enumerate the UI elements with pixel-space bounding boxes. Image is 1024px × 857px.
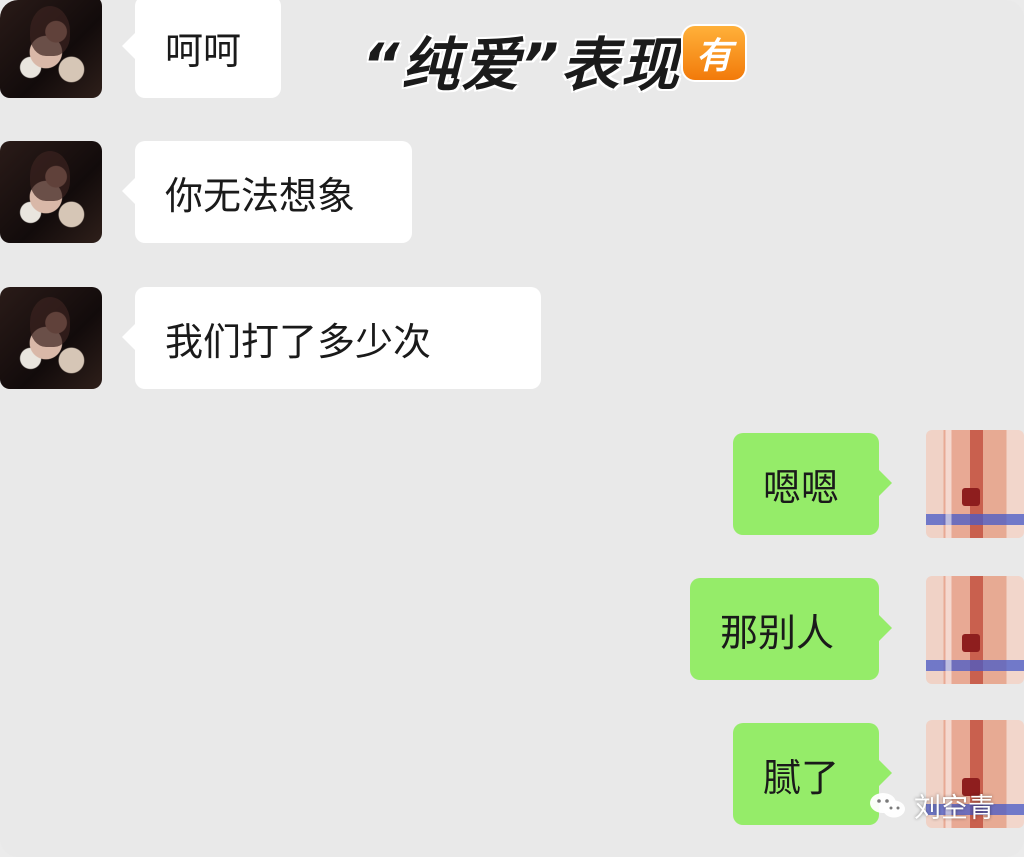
overlay-title: “纯爱”表现 [362,31,681,99]
contact-avatar[interactable] [0,287,102,389]
user-avatar[interactable] [926,576,1024,684]
contact-avatar[interactable] [0,141,102,243]
message-bubble[interactable]: 呵呵 [122,0,281,98]
wechat-icon [868,790,908,822]
message-text: 嗯嗯 [763,465,840,510]
you-badge: 有 [683,26,745,80]
message-text: 腻了 [763,755,840,800]
chat-screen: 呵呵 你无法想象 我们打了多少次 嗯嗯 那别人 腻了 “纯爱”表现 有 刘空青 [0,0,1024,857]
message-bubble[interactable]: 我们打了多少次 [122,287,541,389]
message-text: 我们打了多少次 [165,319,432,364]
watermark: 刘空青 [868,786,995,825]
contact-avatar[interactable] [0,0,102,98]
message-bubble[interactable]: 你无法想象 [122,141,412,243]
message-bubble[interactable]: 那别人 [690,578,892,680]
message-text: 那别人 [720,610,835,655]
message-text: 你无法想象 [165,173,356,218]
watermark-text: 刘空青 [914,793,995,824]
message-bubble[interactable]: 腻了 [733,723,892,825]
message-bubble[interactable]: 嗯嗯 [733,433,892,535]
message-text: 呵呵 [165,28,242,73]
user-avatar[interactable] [926,430,1024,538]
